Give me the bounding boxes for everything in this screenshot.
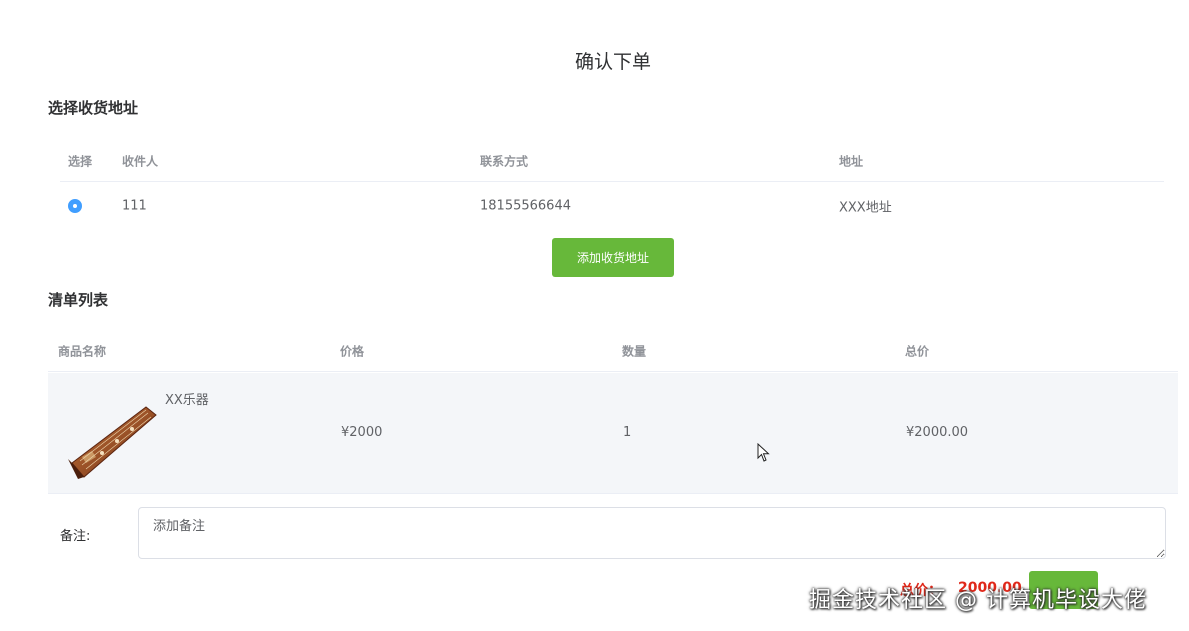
recipient-address: XXX地址 bbox=[839, 200, 892, 216]
address-section-title: 选择收货地址 bbox=[48, 99, 139, 117]
recipient-name: 111 bbox=[122, 198, 147, 214]
address-radio-selected[interactable] bbox=[68, 199, 82, 213]
mouse-cursor-icon bbox=[757, 443, 770, 462]
goods-price: ¥2000 bbox=[341, 425, 383, 440]
column-header-phone: 联系方式 bbox=[480, 154, 529, 168]
column-header-select: 选择 bbox=[68, 154, 93, 168]
column-header-quantity: 数量 bbox=[622, 344, 647, 358]
order-table-header: 商品名称 价格 数量 总价 bbox=[48, 330, 1178, 372]
table-row: XX乐器 ¥2000 1 ¥2000.00 bbox=[48, 373, 1178, 494]
address-table-header: 选择 收件人 联系方式 地址 bbox=[60, 140, 1164, 182]
page-title: 确认下单 bbox=[574, 51, 651, 73]
remark-input[interactable] bbox=[138, 507, 1166, 559]
recipient-phone: 18155566644 bbox=[480, 198, 571, 214]
watermark: 掘金技术社区 @ 计算机毕设大佬 bbox=[809, 588, 1147, 613]
goods-name: XX乐器 bbox=[165, 393, 209, 408]
remark-label: 备注: bbox=[60, 529, 91, 544]
goods-total: ¥2000.00 bbox=[906, 425, 969, 440]
address-table: 选择 收件人 联系方式 地址 111 18155566644 XXX地址 bbox=[60, 140, 1164, 230]
column-header-recipient: 收件人 bbox=[122, 154, 159, 168]
column-header-price: 价格 bbox=[340, 344, 365, 358]
column-header-goods: 商品名称 bbox=[58, 344, 107, 358]
column-header-address: 地址 bbox=[839, 154, 864, 168]
address-row[interactable]: 111 18155566644 XXX地址 bbox=[60, 182, 1164, 230]
guzheng-image bbox=[68, 406, 157, 479]
goods-quantity: 1 bbox=[623, 425, 632, 440]
add-address-button[interactable]: 添加收货地址 bbox=[552, 238, 674, 277]
list-section-title: 清单列表 bbox=[48, 291, 109, 309]
column-header-total: 总价 bbox=[905, 344, 930, 358]
